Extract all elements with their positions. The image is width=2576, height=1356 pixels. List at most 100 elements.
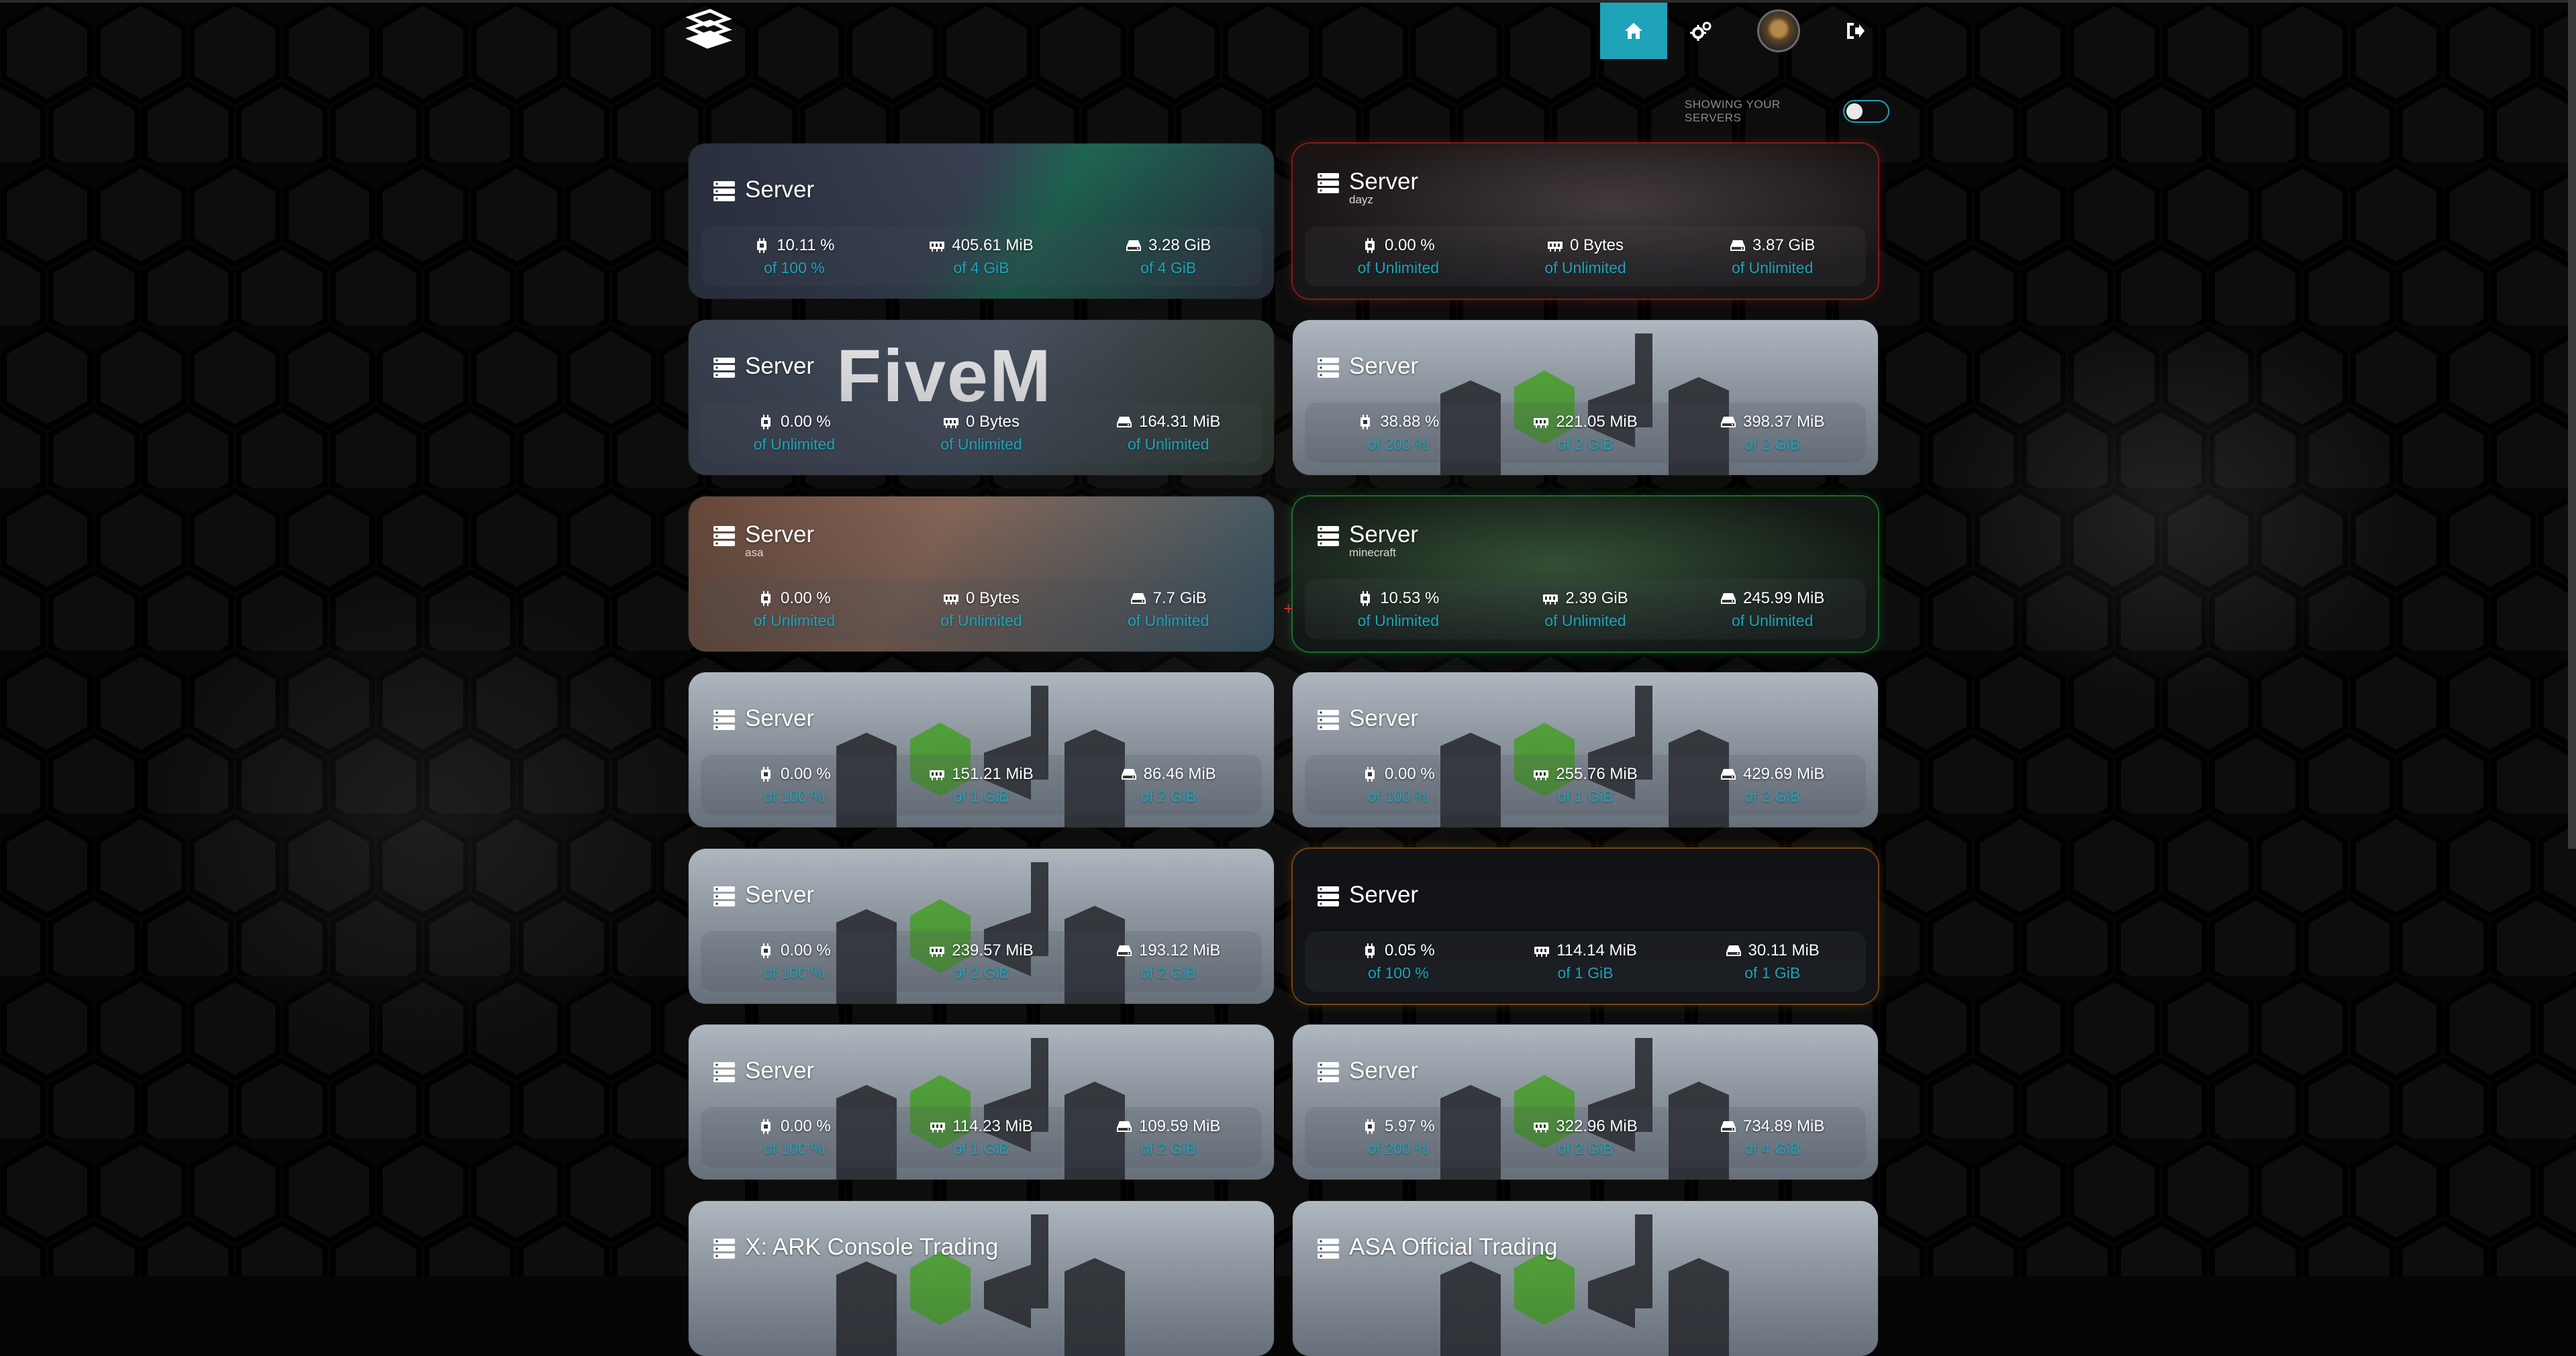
- nav-logout-button[interactable]: [1822, 3, 1889, 59]
- memory-stat: 0 Bytes of Unlimited: [1492, 226, 1679, 286]
- gears-icon: [1690, 21, 1712, 41]
- disk-limit: of Unlimited: [1127, 611, 1209, 629]
- server-card[interactable]: Server 0.00 % of 100 % 114.23 MiB of 1 GiB 10…: [689, 1025, 1274, 1180]
- server-icon: [1318, 1062, 1339, 1082]
- cpu-limit: of 200 %: [1367, 435, 1429, 453]
- card-title-row: Server: [713, 881, 814, 908]
- memory-limit: of Unlimited: [1544, 258, 1626, 276]
- cpu-limit: of Unlimited: [1357, 258, 1440, 276]
- server-card[interactable]: ASA Official Trading: [1293, 1201, 1878, 1356]
- server-card[interactable]: Server 0.05 % of 100 % 114.14 MiB of 1 GiB 30…: [1293, 849, 1878, 1004]
- cpu-stat: 10.11 % of 100 %: [701, 226, 888, 286]
- top-border: [0, 0, 2576, 3]
- disk-usage: 3.28 GiB: [1148, 236, 1211, 254]
- server-icon: [1318, 710, 1339, 730]
- disk-stat: 30.11 MiB of 1 GiB: [1679, 931, 1866, 992]
- memory-limit: of 1 GiB: [953, 1139, 1009, 1157]
- disk-stat: 7.7 GiB of Unlimited: [1075, 579, 1262, 639]
- cpu-icon: [1360, 414, 1371, 429]
- disk-icon: [1116, 945, 1132, 956]
- resource-stats: 10.53 % of Unlimited 2.39 GiB of Unlimited 2…: [1305, 579, 1866, 639]
- memory-limit: of 4 GiB: [953, 258, 1009, 276]
- disk-usage: 3.87 GiB: [1752, 236, 1816, 254]
- server-icon: [1318, 358, 1339, 378]
- server-card[interactable]: Server 10.11 % of 100 % 405.61 MiB of 4 GiB 3…: [689, 144, 1274, 299]
- memory-icon: [1534, 946, 1550, 957]
- cpu-stat: 38.88 % of 200 %: [1305, 403, 1492, 463]
- disk-limit: of 4 GiB: [1140, 258, 1197, 276]
- resource-stats: 0.00 % of 100 % 151.21 MiB of 1 GiB 86.46 Mi…: [701, 755, 1262, 815]
- server-filter-toggle[interactable]: [1843, 100, 1889, 123]
- scrollbar[interactable]: [2568, 0, 2576, 849]
- disk-limit: of 2 GiB: [1140, 963, 1197, 982]
- server-card[interactable]: Server asa 0.00 % of Unlimited 0 Bytes of Unl…: [689, 497, 1274, 651]
- disk-stat: 245.99 MiB of Unlimited: [1679, 579, 1866, 639]
- server-name: Server: [745, 1057, 815, 1084]
- card-title-row: Server minecraft: [1317, 521, 1418, 558]
- cpu-stat: 0.00 % of 100 %: [701, 755, 888, 815]
- server-name: Server: [1349, 168, 1419, 195]
- disk-icon: [1726, 945, 1741, 956]
- nav-profile-button[interactable]: [1745, 3, 1812, 59]
- cpu-limit: of 100 %: [1367, 963, 1429, 982]
- memory-limit: of 1 GiB: [1557, 787, 1614, 805]
- server-card[interactable]: Server minecraft 10.53 % of Unlimited 2.39 G…: [1293, 497, 1878, 651]
- cpu-usage: 0.05 %: [1384, 941, 1435, 959]
- memory-limit: of 2 GiB: [953, 963, 1009, 982]
- server-card[interactable]: Server dayz 0.00 % of Unlimited 0 Bytes of Un…: [1293, 144, 1878, 299]
- memory-usage: 2.39 GiB: [1565, 588, 1628, 607]
- cpu-usage: 0.00 %: [780, 412, 831, 431]
- card-title-row: Server dayz: [1317, 168, 1418, 205]
- cpu-limit: of 100 %: [763, 963, 825, 982]
- memory-icon: [930, 770, 945, 780]
- server-name: Server: [1349, 521, 1419, 547]
- resource-stats: 5.97 % of 200 % 322.96 MiB of 2 GiB 734.89 M…: [1305, 1107, 1866, 1167]
- card-title-row: Server: [1317, 352, 1418, 379]
- cpu-limit: of Unlimited: [753, 435, 836, 453]
- disk-usage: 193.12 MiB: [1138, 941, 1221, 959]
- memory-usage: 151.21 MiB: [952, 764, 1034, 783]
- card-title-row: Server: [713, 705, 814, 731]
- logout-icon: [1847, 23, 1865, 39]
- server-icon: [713, 710, 735, 730]
- memory-usage: 405.61 MiB: [952, 236, 1034, 254]
- cpu-limit: of Unlimited: [753, 611, 836, 629]
- nav-home-button[interactable]: [1600, 3, 1667, 59]
- app-logo[interactable]: [683, 8, 733, 55]
- cpu-stat: 0.00 % of Unlimited: [701, 403, 888, 463]
- disk-limit: of 4 GiB: [1744, 1139, 1801, 1157]
- memory-usage: 322.96 MiB: [1556, 1116, 1638, 1135]
- server-card[interactable]: Server 5.97 % of 200 % 322.96 MiB of 2 GiB 73…: [1293, 1025, 1878, 1180]
- disk-usage: 7.7 GiB: [1152, 588, 1207, 607]
- disk-usage: 86.46 MiB: [1143, 764, 1216, 783]
- server-icon: [1318, 173, 1339, 193]
- server-icon: [713, 358, 735, 378]
- memory-limit: of 2 GiB: [1557, 435, 1614, 453]
- server-card[interactable]: Server 0.00 % of 100 % 151.21 MiB of 1 GiB 86…: [689, 672, 1274, 827]
- server-filter-toggle-row: SHOWING YOUR SERVERS: [1685, 98, 1889, 124]
- server-card[interactable]: X: ARK Console Trading: [689, 1201, 1274, 1356]
- memory-limit: of 1 GiB: [953, 787, 1009, 805]
- server-card[interactable]: Server 0.00 % of 100 % 255.76 MiB of 1 GiB 42…: [1293, 672, 1878, 827]
- nav-settings-button[interactable]: [1668, 3, 1735, 59]
- card-overlay: [689, 1201, 1274, 1356]
- server-card[interactable]: Server 38.88 % of 200 % 221.05 MiB of 2 GiB 3…: [1293, 320, 1878, 475]
- card-title-row: X: ARK Console Trading: [713, 1233, 998, 1260]
- disk-icon: [1720, 768, 1736, 780]
- server-icon: [713, 181, 735, 201]
- cpu-stat: 0.00 % of Unlimited: [1305, 226, 1492, 286]
- server-card[interactable]: FiveMServer0.00 %of Unlimited0 Bytesof U…: [689, 320, 1274, 475]
- disk-icon: [1126, 240, 1141, 251]
- avatar: [1757, 9, 1800, 52]
- server-name: Server: [745, 705, 815, 731]
- server-name: Server: [745, 521, 815, 547]
- memory-usage: 0 Bytes: [965, 588, 1020, 607]
- disk-icon: [1730, 240, 1745, 251]
- cpu-icon: [1365, 1118, 1375, 1134]
- server-card[interactable]: Server 0.00 % of 100 % 239.57 MiB of 2 GiB 19…: [689, 849, 1274, 1004]
- toggle-label: SHOWING YOUR SERVERS: [1685, 98, 1781, 124]
- memory-usage: 239.57 MiB: [952, 941, 1034, 959]
- server-name: Server: [1349, 1057, 1419, 1084]
- card-title-row: Server: [713, 176, 814, 203]
- cpu-icon: [1365, 238, 1375, 253]
